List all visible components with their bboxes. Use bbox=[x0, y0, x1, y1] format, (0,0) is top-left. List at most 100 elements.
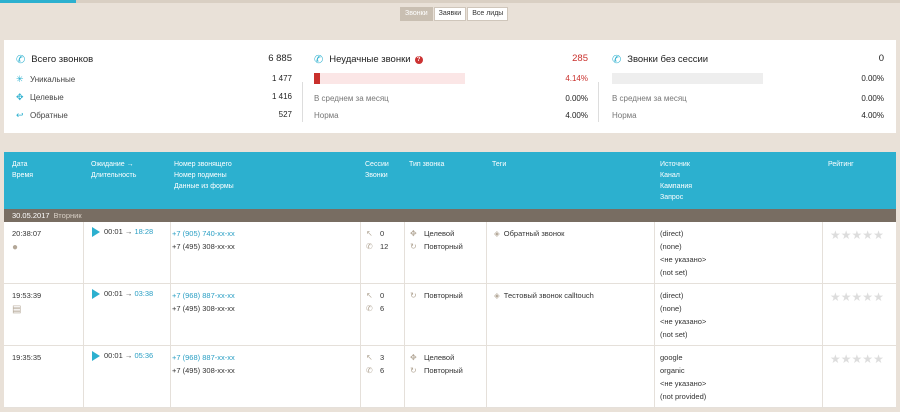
cell-divider bbox=[170, 346, 171, 407]
play-icon[interactable] bbox=[92, 351, 100, 362]
table-row[interactable]: 19:53:39 ▤ 00:01 → 03:38 +7 (968) 887-xx-xx… bbox=[4, 284, 896, 346]
duration-link[interactable]: 18:28 bbox=[134, 227, 153, 236]
cell-divider bbox=[83, 222, 84, 283]
view-tabs: Звонки Заявки Все лиды bbox=[399, 7, 509, 21]
repeat-icon: ↻ bbox=[410, 366, 417, 375]
col-rating[interactable]: Рейтинг bbox=[828, 159, 854, 170]
stats-panel: ✆ Всего звонков 6 885 ✳ Уникальные 1 477 ✥… bbox=[4, 40, 896, 133]
tab-requests[interactable]: Заявки bbox=[433, 7, 467, 21]
unique-value: 1 477 bbox=[271, 74, 292, 83]
table-row[interactable]: 19:35:35 00:01 → 05:36 +7 (968) 887-xx-xx +… bbox=[4, 346, 896, 408]
call-tag[interactable]: Тестовый звонок calltouch bbox=[504, 291, 594, 300]
call-type: Целевой bbox=[424, 229, 455, 238]
call-type: Повторный bbox=[424, 242, 463, 251]
star-icon[interactable]: ★ bbox=[852, 228, 863, 242]
nosession-progress-bar bbox=[612, 73, 763, 84]
star-icon[interactable]: ★ bbox=[841, 228, 852, 242]
note-icon[interactable]: ▤ bbox=[12, 304, 21, 315]
col-source[interactable]: Источник Канал Кампания Запрос bbox=[660, 159, 692, 203]
star-icon[interactable]: ★ bbox=[830, 290, 841, 304]
substitute-number: +7 (495) 308-xx-xx bbox=[172, 304, 235, 313]
cell-divider bbox=[486, 346, 487, 407]
cursor-icon: ↖ bbox=[366, 291, 373, 300]
call-time: 19:53:39 bbox=[12, 291, 42, 300]
star-icon[interactable]: ★ bbox=[862, 352, 873, 366]
cell-divider bbox=[486, 222, 487, 283]
target-icon: ✥ bbox=[410, 353, 417, 362]
caller-number[interactable]: +7 (968) 887-xx-xx bbox=[172, 353, 235, 362]
star-icon[interactable]: ★ bbox=[841, 290, 852, 304]
substitute-number: +7 (495) 308-xx-xx bbox=[172, 366, 235, 375]
tab-calls[interactable]: Звонки bbox=[400, 7, 433, 21]
wait-time: 00:01 bbox=[104, 227, 123, 236]
cell-divider bbox=[360, 346, 361, 407]
rating-stars[interactable]: ★★★★★ bbox=[830, 290, 884, 304]
call-type: Повторный bbox=[424, 366, 463, 375]
cell-divider bbox=[654, 346, 655, 407]
play-icon[interactable] bbox=[92, 227, 100, 238]
calls-count[interactable]: 6 bbox=[380, 366, 384, 375]
cell-divider bbox=[654, 222, 655, 283]
stats-no-session: ✆ Звонки без сессии 0 0.00% В среднем за … bbox=[600, 40, 896, 133]
duration-link[interactable]: 03:38 bbox=[134, 289, 153, 298]
cell-divider bbox=[170, 222, 171, 283]
source-line: google bbox=[660, 353, 683, 362]
col-date[interactable]: Дата Время bbox=[12, 159, 33, 181]
call-time: 19:35:35 bbox=[12, 353, 42, 362]
col-sessions[interactable]: Сессии Звонки bbox=[365, 159, 389, 181]
calls-count[interactable]: 12 bbox=[380, 242, 388, 251]
callback-label: Обратные bbox=[30, 111, 68, 120]
star-icon[interactable]: ★ bbox=[873, 352, 884, 366]
sessions-count[interactable]: 0 bbox=[380, 291, 384, 300]
rating-stars[interactable]: ★★★★★ bbox=[830, 228, 884, 242]
star-icon[interactable]: ★ bbox=[830, 352, 841, 366]
nosession-avg-label: В среднем за месяц bbox=[612, 94, 687, 103]
col-tags[interactable]: Теги bbox=[492, 159, 506, 170]
source-line: (direct) bbox=[660, 229, 684, 238]
total-calls-title: Всего звонков bbox=[31, 54, 94, 65]
call-tag[interactable]: Обратный звонок bbox=[504, 229, 565, 238]
col-number[interactable]: Номер звонящего Номер подмены Данные из фо… bbox=[174, 159, 234, 192]
caller-number[interactable]: +7 (905) 740-xx-xx bbox=[172, 229, 235, 238]
col-wait[interactable]: Ожидание → Длительность bbox=[91, 159, 136, 181]
rating-stars[interactable]: ★★★★★ bbox=[830, 352, 884, 366]
nosession-avg-value: 0.00% bbox=[861, 94, 884, 103]
return-arrow-icon: ↩ bbox=[16, 110, 24, 120]
duration-link[interactable]: 05:36 bbox=[134, 351, 153, 360]
missed-call-icon: ✆ bbox=[314, 54, 324, 66]
tab-all-leads[interactable]: Все лиды bbox=[467, 7, 509, 21]
nosession-norm-label: Норма bbox=[612, 111, 637, 120]
top-accent-line bbox=[0, 0, 900, 3]
star-icon[interactable]: ★ bbox=[862, 290, 873, 304]
star-icon[interactable]: ★ bbox=[830, 228, 841, 242]
failed-calls-value: 285 bbox=[572, 53, 588, 64]
tag-icon: ◈ bbox=[494, 229, 500, 238]
star-icon[interactable]: ★ bbox=[873, 290, 884, 304]
caller-number[interactable]: +7 (968) 887-xx-xx bbox=[172, 291, 235, 300]
star-icon[interactable]: ★ bbox=[862, 228, 873, 242]
nosession-title: Звонки без сессии bbox=[627, 54, 709, 65]
unique-label: Уникальные bbox=[30, 75, 76, 84]
comment-icon[interactable]: ● bbox=[12, 242, 18, 253]
cell-divider bbox=[486, 284, 487, 345]
col-type[interactable]: Тип звонка bbox=[409, 159, 444, 170]
failed-avg-value: 0.00% bbox=[565, 94, 588, 103]
source-line: (none) bbox=[660, 304, 682, 313]
failed-progress-fill bbox=[314, 73, 321, 84]
cell-divider bbox=[83, 284, 84, 345]
sessions-count[interactable]: 0 bbox=[380, 229, 384, 238]
cell-divider bbox=[822, 284, 823, 345]
sessions-count[interactable]: 3 bbox=[380, 353, 384, 362]
star-icon[interactable]: ★ bbox=[841, 352, 852, 366]
star-icon[interactable]: ★ bbox=[852, 290, 863, 304]
calls-count[interactable]: 6 bbox=[380, 304, 384, 313]
table-row[interactable]: 20:38:07 ● 00:01 → 18:28 +7 (905) 740-xx-xx… bbox=[4, 222, 896, 284]
target-icon: ✥ bbox=[16, 92, 24, 102]
failed-avg-label: В среднем за месяц bbox=[314, 94, 389, 103]
play-icon[interactable] bbox=[92, 289, 100, 300]
help-icon[interactable]: ? bbox=[414, 55, 423, 64]
cell-divider bbox=[360, 284, 361, 345]
star-icon[interactable]: ★ bbox=[873, 228, 884, 242]
wait-time: 00:01 bbox=[104, 351, 123, 360]
star-icon[interactable]: ★ bbox=[852, 352, 863, 366]
